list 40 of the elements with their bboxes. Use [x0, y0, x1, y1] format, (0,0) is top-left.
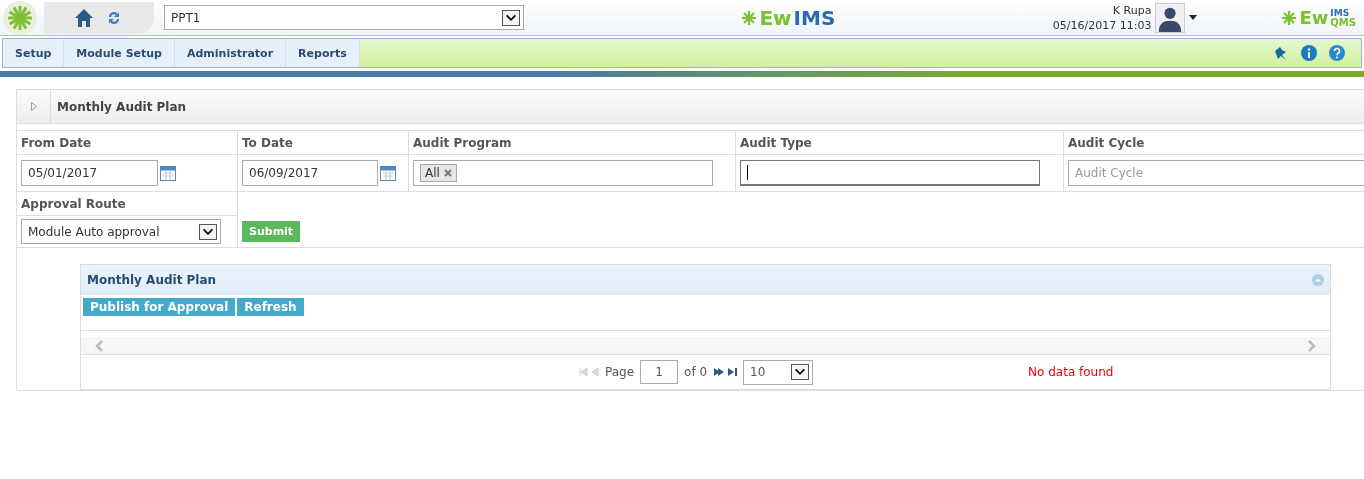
info-icon[interactable]: [1301, 45, 1317, 61]
site-select[interactable]: PPT1: [164, 5, 524, 30]
approval-route-select[interactable]: Module Auto approval: [21, 219, 221, 244]
date-field[interactable]: 05/01/2017: [21, 160, 158, 186]
tag-label: All: [425, 166, 440, 180]
field-label: Approval Route: [21, 196, 126, 211]
text-field[interactable]: [740, 160, 1040, 186]
user-name: K Rupa: [1112, 2, 1152, 18]
field-label: From Date: [21, 135, 92, 150]
help-icon[interactable]: [1329, 45, 1345, 61]
page-count: of 0: [684, 365, 708, 379]
close-icon[interactable]: [443, 169, 452, 177]
next-page-icon[interactable]: [713, 368, 738, 376]
pin-icon[interactable]: [1273, 45, 1289, 61]
calendar-icon[interactable]: [160, 165, 176, 181]
menu-item[interactable]: Module Setup: [64, 39, 175, 67]
page-number-field[interactable]: 1: [640, 360, 679, 384]
date-field[interactable]: 06/09/2017: [242, 160, 378, 186]
page-label: Page: [605, 365, 635, 379]
logo-icon: [0, 0, 40, 36]
refresh-icon[interactable]: [106, 9, 122, 26]
caret-down-icon[interactable]: [1189, 15, 1198, 20]
app-logo: EwIMS: [741, 5, 836, 30]
page-size-select[interactable]: 10: [743, 359, 814, 385]
user-avatar-icon[interactable]: [1155, 2, 1186, 33]
menu-item[interactable]: Setup: [3, 39, 65, 67]
date-time: 05/16/2017 11:03: [1052, 17, 1152, 33]
audit-program-field[interactable]: All: [413, 160, 713, 186]
field-label: To Date: [242, 135, 293, 150]
field-label: Audit Cycle: [1068, 135, 1145, 150]
expand-icon[interactable]: [30, 102, 37, 111]
grid-title: Monthly Audit Plan: [87, 273, 217, 287]
menu-item[interactable]: Reports: [286, 39, 360, 67]
empty-message: No data found: [1028, 365, 1114, 379]
panel-title: Monthly Audit Plan: [56, 99, 187, 114]
field-label: Audit Type: [740, 135, 812, 150]
field-label: Audit Program: [413, 135, 512, 150]
menu-item[interactable]: Administrator: [175, 39, 287, 67]
home-icon[interactable]: [74, 7, 94, 28]
calendar-icon[interactable]: [380, 165, 396, 181]
